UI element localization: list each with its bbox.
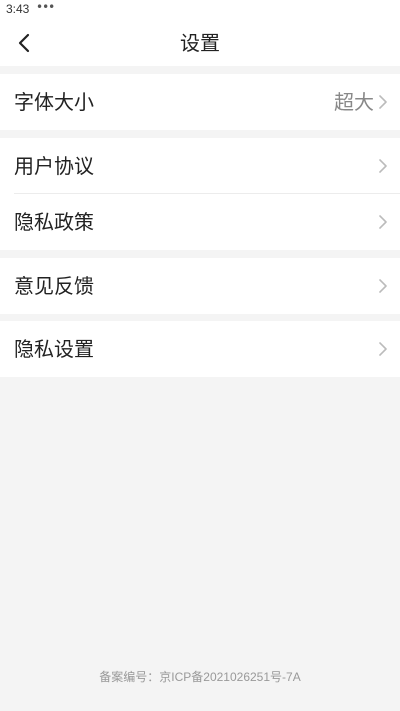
- chevron-right-icon: [379, 95, 387, 109]
- font-size-group: 字体大小 超大: [0, 74, 400, 130]
- legal-group: 用户协议 隐私政策: [0, 138, 400, 250]
- settings-item-feedback[interactable]: 意见反馈: [0, 258, 400, 314]
- icp-filing-number: 备案编号：京ICP备2021026251号-7A: [99, 670, 301, 684]
- status-time: 3:43: [6, 2, 30, 16]
- font-size-label: 字体大小: [14, 90, 94, 114]
- chevron-right-icon: [379, 159, 387, 173]
- font-size-value: 超大: [334, 90, 374, 114]
- status-bar: 3:43 •••: [0, 0, 400, 20]
- privacy-policy-label: 隐私政策: [14, 210, 94, 234]
- settings-item-privacy-policy[interactable]: 隐私政策: [0, 194, 400, 250]
- nav-bar: 设置: [0, 20, 400, 66]
- notification-dots-icon: •••: [36, 0, 55, 14]
- settings-item-privacy-settings[interactable]: 隐私设置: [0, 321, 400, 377]
- privacy-settings-group: 隐私设置: [0, 321, 400, 377]
- user-agreement-label: 用户协议: [14, 154, 94, 178]
- feedback-label: 意见反馈: [14, 274, 94, 298]
- privacy-settings-label: 隐私设置: [14, 337, 94, 361]
- chevron-right-icon: [379, 342, 387, 356]
- settings-item-user-agreement[interactable]: 用户协议: [0, 138, 400, 194]
- chevron-right-icon: [379, 279, 387, 293]
- chevron-right-icon: [379, 215, 387, 229]
- page-title: 设置: [180, 31, 220, 55]
- feedback-group: 意见反馈: [0, 258, 400, 314]
- settings-item-font-size[interactable]: 字体大小 超大: [0, 74, 400, 130]
